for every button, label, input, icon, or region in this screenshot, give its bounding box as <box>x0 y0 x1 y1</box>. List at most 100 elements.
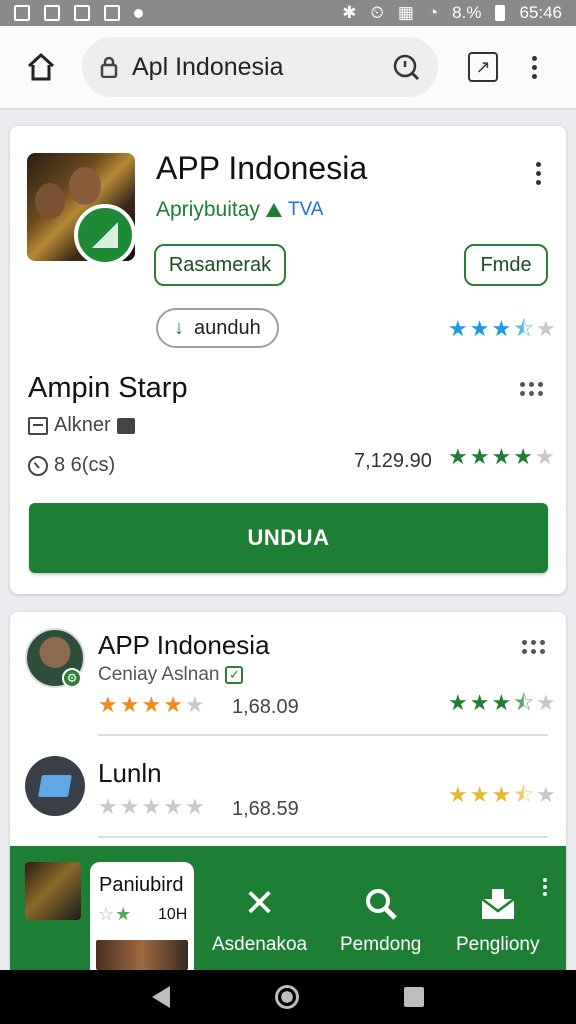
list-item-subtitle-line: Ceniay Aslnan ✓ <box>98 664 244 686</box>
mini-card-image <box>96 940 188 970</box>
download-label: aunduh <box>194 316 261 339</box>
developer-line: Apriybuitay TVA <box>156 198 323 222</box>
star-icon: ★ <box>469 444 490 469</box>
featured-app-card: APP Indonesia Apriybuitay TVA Rasamerak … <box>10 126 566 594</box>
divider <box>98 836 548 838</box>
home-circle-icon[interactable] <box>274 985 299 1009</box>
star-icon: ★ <box>536 690 556 715</box>
app-title: APP Indonesia <box>156 150 368 186</box>
notification-icon <box>74 5 90 21</box>
app-avatar[interactable] <box>25 756 85 816</box>
star-icon: ★ <box>184 692 205 717</box>
card-menu-button[interactable] <box>536 162 541 185</box>
location-icon <box>104 5 120 21</box>
browser-toolbar: Apl Indonesia ↗ <box>0 26 576 110</box>
star-icon: ★ <box>491 690 512 715</box>
secondary-button[interactable]: Rasamerak <box>154 244 286 286</box>
mini-app-card[interactable]: Paniubird ☆ ★ 10H <box>90 862 194 970</box>
star-icon: ⯪ <box>513 782 535 807</box>
star-icon: ★ <box>469 690 490 715</box>
list-item-subtitle: Ceniay Aslnan <box>98 664 220 685</box>
star-icon: ★ <box>491 444 512 469</box>
verified-icon <box>265 203 282 217</box>
back-icon[interactable] <box>152 986 171 1008</box>
star-icon: ★ <box>448 782 468 807</box>
home-button[interactable] <box>18 44 64 90</box>
search-icon[interactable] <box>392 53 420 81</box>
bottom-item-search[interactable]: Pemdong <box>340 884 421 956</box>
star-icon: ★ <box>536 782 556 807</box>
bottom-menu-button[interactable] <box>543 878 547 896</box>
star-icon: ★ <box>469 316 490 341</box>
recents-icon[interactable] <box>403 987 424 1007</box>
star-icon: ★ <box>163 692 183 717</box>
mini-card-stars: ☆ ★ <box>98 904 132 924</box>
home-icon <box>27 53 55 81</box>
lock-icon <box>100 56 118 78</box>
category-icon <box>28 416 48 435</box>
browser-menu-button[interactable] <box>528 55 540 79</box>
star-icon: ★ <box>534 444 555 469</box>
mode-button[interactable]: Fmde <box>464 244 548 286</box>
bottom-item-label: Asdenakoa <box>212 934 308 955</box>
clock: 65:46 <box>519 3 562 22</box>
star-icon: ★ <box>119 794 140 819</box>
mini-thumbnail[interactable] <box>25 862 81 920</box>
dot-icon <box>134 8 143 18</box>
star-icon: ★ <box>98 794 118 819</box>
bottom-item-close[interactable]: ✕ Asdenakoa <box>212 884 307 956</box>
list-item-title[interactable]: Lunln <box>98 758 162 789</box>
rating-stars: ★ ★ ★ ⯪ ★ <box>448 318 556 340</box>
list-right-stars: ★ ★ ★ ⯪ ★ <box>448 692 556 714</box>
grid-menu-icon[interactable] <box>522 640 545 654</box>
bag-icon <box>116 417 135 434</box>
star-icon: ★ <box>448 444 468 469</box>
list-rating-stars: ★ ★ ★ ★ ★ <box>98 694 205 716</box>
list-item-count: 1,68.09 <box>232 696 299 718</box>
share-icon: ↗ <box>475 56 491 77</box>
bluetooth-icon: ✱ <box>342 3 357 22</box>
divider <box>98 734 548 736</box>
meta-size: 8 6(cs) <box>28 454 115 477</box>
developer-name[interactable]: Apriybuitay <box>156 198 260 222</box>
share-button[interactable]: ↗ <box>468 52 498 82</box>
star-icon: ★ <box>491 316 512 341</box>
status-bar: ✱ ⏲ ▦ ◔ 8.% 65:46 <box>0 0 576 26</box>
star-icon: ★ <box>184 794 205 819</box>
list-rating-stars: ★ ★ ★ ★ ★ <box>98 796 205 818</box>
download-count: 7,129.90 <box>354 450 432 472</box>
list-right-stars: ★ ★ ★ ⯪ ★ <box>448 784 556 806</box>
bottom-item-inbox[interactable]: Pengliony <box>456 884 539 956</box>
category-label: Alkner <box>54 414 111 436</box>
mini-card-title: Paniubird <box>99 874 184 896</box>
notification-icon <box>44 5 60 21</box>
system-nav-bar <box>0 970 576 1024</box>
check-icon: ✓ <box>225 666 244 684</box>
download-chip[interactable]: ↓ aunduh <box>156 308 279 348</box>
star-icon: ★ <box>448 690 468 715</box>
section-title: Ampin Starp <box>28 372 188 404</box>
address-bar[interactable]: Apl Indonesia <box>82 37 438 97</box>
wifi-icon: ◔ <box>427 3 439 22</box>
app-badge-icon <box>74 204 136 266</box>
badge-icon: ⚙ <box>62 668 82 688</box>
bottom-action-bar: Paniubird ☆ ★ 10H ✕ Asdenakoa Pemdong Pen… <box>10 846 566 970</box>
download-icon: ↓ <box>174 316 184 339</box>
close-icon: ✕ <box>243 883 276 925</box>
install-button[interactable]: UNDUA <box>29 503 548 573</box>
star-icon: ★ <box>469 782 490 807</box>
count-rating-stars: ★ ★ ★ ★ ★ <box>448 446 555 468</box>
star-icon: ⯪ <box>513 316 535 341</box>
grid-menu-icon[interactable] <box>520 382 543 396</box>
battery-level: 8.% <box>452 3 482 22</box>
alarm-icon: ⏲ <box>370 3 384 22</box>
developer-badge: TVA <box>287 199 324 220</box>
list-item-title[interactable]: APP Indonesia <box>98 630 270 661</box>
star-icon: ⯪ <box>513 690 535 715</box>
star-icon: ★ <box>448 316 468 341</box>
signal-icon: ▦ <box>397 3 414 22</box>
star-icon: ★ <box>141 794 162 819</box>
star-icon: ★ <box>141 692 162 717</box>
star-icon: ★ <box>513 444 533 469</box>
mail-icon <box>480 884 516 924</box>
